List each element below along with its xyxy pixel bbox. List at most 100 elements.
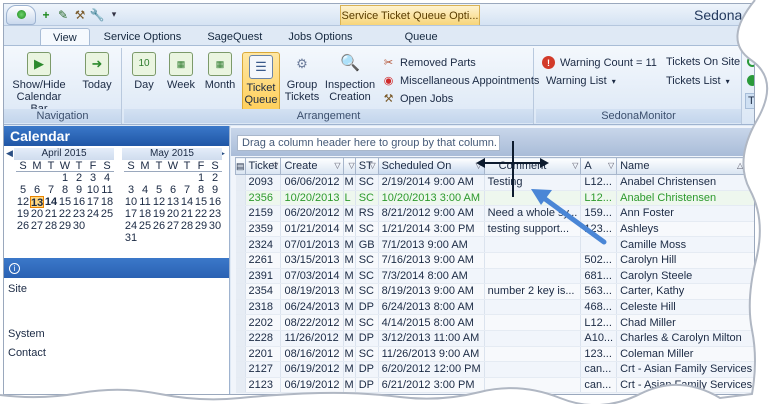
partial-ribbon-button[interactable]: Ti — [745, 93, 754, 109]
calendar-day[interactable]: 10 — [124, 196, 138, 208]
cell-type[interactable]: M — [343, 377, 356, 394]
calendar-day[interactable]: 19 — [16, 208, 30, 220]
cell-create[interactable]: 06/20/2012 — [280, 205, 344, 222]
cell-comment[interactable]: Testing — [484, 174, 582, 191]
cell-st[interactable]: GB — [355, 236, 379, 253]
cell-st[interactable]: SC — [355, 283, 379, 300]
calendar-day[interactable]: 17 — [86, 196, 100, 208]
cell-create[interactable]: 03/15/2013 — [280, 252, 344, 269]
cell-a[interactable]: can... — [580, 361, 618, 378]
calendar-day[interactable]: 6 — [166, 184, 180, 196]
cell-create[interactable]: 06/06/2012 — [280, 174, 344, 191]
table-row[interactable]: 2261 03/15/2013 M SC 7/16/2013 9:00 AM 502...… — [235, 252, 754, 269]
column-type[interactable]: ▽ — [342, 157, 356, 175]
calendar-day[interactable]: 28 — [180, 220, 194, 232]
calendar-day[interactable]: 21 — [180, 208, 194, 220]
cell-name[interactable]: Coleman Miller — [616, 346, 754, 363]
tab-service-options[interactable]: Service Options — [92, 28, 194, 46]
warning-list-dropdown[interactable]: Warning List ▾ — [546, 75, 616, 87]
previous-month-icon[interactable]: ◀ — [6, 148, 13, 159]
cell-create[interactable]: 06/24/2013 — [280, 299, 344, 316]
calendar-day[interactable]: 29 — [58, 220, 72, 232]
calendar-day[interactable]: 18 — [138, 208, 152, 220]
table-row[interactable]: 2202 08/22/2012 M SC 4/14/2015 8:00 AM L12...… — [235, 314, 754, 331]
calendar-day[interactable]: 3 — [124, 184, 138, 196]
cell-comment[interactable]: Need a whole sy... — [484, 205, 582, 222]
tickets-list-dropdown[interactable]: Tickets List ▾ — [666, 75, 730, 87]
filter-icon[interactable]: ▽ — [349, 161, 355, 170]
column-chooser-icon[interactable]: ▤ — [235, 157, 246, 175]
calendar-day[interactable]: 24 — [124, 220, 138, 232]
cell-type[interactable]: L — [343, 190, 356, 207]
calendar-day[interactable]: 19 — [152, 208, 166, 220]
cell-ticket[interactable]: 2324 — [245, 236, 282, 253]
calendar-day[interactable]: 25 — [138, 220, 152, 232]
green-circle-icon[interactable] — [747, 56, 754, 67]
cell-a[interactable]: 159... — [580, 205, 618, 222]
cell-comment[interactable]: testing support... — [484, 221, 582, 238]
cell-create[interactable]: 08/16/2012 — [280, 346, 344, 363]
group-tickets-button[interactable]: ⚙ Group Tickets — [284, 52, 320, 103]
show-hide-calendar-button[interactable]: ▶ Show/Hide Calendar Bar — [8, 52, 70, 115]
cell-type[interactable]: M — [343, 205, 356, 222]
cell-st[interactable]: SC — [355, 174, 379, 191]
column-a[interactable]: A ▽ — [580, 157, 618, 175]
cell-ticket[interactable]: 2359 — [245, 221, 282, 238]
row-selector[interactable] — [235, 252, 246, 269]
cell-comment[interactable] — [484, 361, 582, 378]
calendar-day[interactable]: 13 — [30, 196, 44, 209]
cell-a[interactable]: 681... — [580, 268, 618, 285]
filter-icon[interactable]: ▽ — [272, 161, 278, 170]
cell-ticket[interactable]: 2201 — [245, 346, 282, 363]
cell-ticket[interactable]: 2202 — [245, 314, 282, 331]
table-row[interactable]: 2123 06/19/2012 M DP 6/21/2012 3:00 PM can...… — [235, 377, 754, 394]
cell-type[interactable]: M — [343, 174, 356, 191]
day-button[interactable]: 10 Day — [130, 52, 158, 91]
month-button[interactable]: ▦ Month — [202, 52, 238, 91]
app-orb-button[interactable] — [6, 4, 36, 25]
cell-comment[interactable] — [484, 190, 582, 207]
calendar-day[interactable]: 4 — [138, 184, 152, 196]
calendar-day[interactable]: 20 — [166, 208, 180, 220]
tab-jobs-options[interactable]: Jobs Options — [276, 28, 364, 46]
cell-type[interactable]: M — [343, 236, 356, 253]
cell-scheduled-on[interactable]: 7/16/2013 9:00 AM — [378, 252, 485, 269]
cell-ticket[interactable]: 2093 — [245, 174, 282, 191]
row-selector[interactable] — [235, 221, 246, 238]
cell-type[interactable]: M — [343, 268, 356, 285]
calendar-day[interactable]: 8 — [194, 184, 208, 196]
cell-name[interactable]: Chad Miller — [616, 314, 754, 331]
calendar-day[interactable]: 14 — [44, 196, 58, 208]
cell-a[interactable]: 123... — [580, 346, 618, 363]
cell-a[interactable]: A10... — [580, 330, 618, 347]
cell-ticket[interactable]: 2354 — [245, 283, 282, 300]
cell-type[interactable]: M — [343, 330, 356, 347]
cell-comment[interactable] — [484, 314, 582, 331]
cell-st[interactable]: SC — [355, 314, 379, 331]
cell-name[interactable]: Camille Moss — [616, 236, 754, 253]
calendar-day[interactable]: 23 — [72, 208, 86, 220]
calendar-day[interactable]: 18 — [100, 196, 114, 208]
customize-toolbar-icon[interactable]: ▾ — [107, 8, 121, 22]
add-icon[interactable]: + — [39, 8, 53, 22]
row-selector[interactable] — [235, 205, 246, 222]
table-row[interactable]: 2201 08/16/2012 M SC 11/26/2013 9:00 AM 123..… — [235, 346, 754, 363]
cell-ticket[interactable]: 2391 — [245, 268, 282, 285]
row-selector[interactable] — [235, 299, 246, 316]
calendar-day[interactable]: 12 — [152, 196, 166, 208]
cell-ticket[interactable]: 2261 — [245, 252, 282, 269]
calendar-day[interactable]: 22 — [58, 208, 72, 220]
misc-appointments-button[interactable]: ◉ Miscellaneous Appointments — [382, 74, 540, 88]
row-selector[interactable] — [235, 346, 246, 363]
row-selector[interactable] — [235, 236, 246, 253]
calendar-day[interactable]: 7 — [44, 184, 58, 196]
cell-a[interactable]: L12... — [580, 190, 618, 207]
cell-st[interactable]: SC — [355, 268, 379, 285]
calendar-day[interactable]: 17 — [124, 208, 138, 220]
cell-ticket[interactable]: 2127 — [245, 361, 282, 378]
cell-a[interactable] — [580, 236, 618, 253]
cell-name[interactable]: Carolyn Hill — [616, 252, 754, 269]
row-selector[interactable] — [235, 174, 246, 191]
cell-create[interactable]: 06/19/2012 — [280, 361, 344, 378]
calendar-day[interactable]: 11 — [100, 184, 114, 196]
